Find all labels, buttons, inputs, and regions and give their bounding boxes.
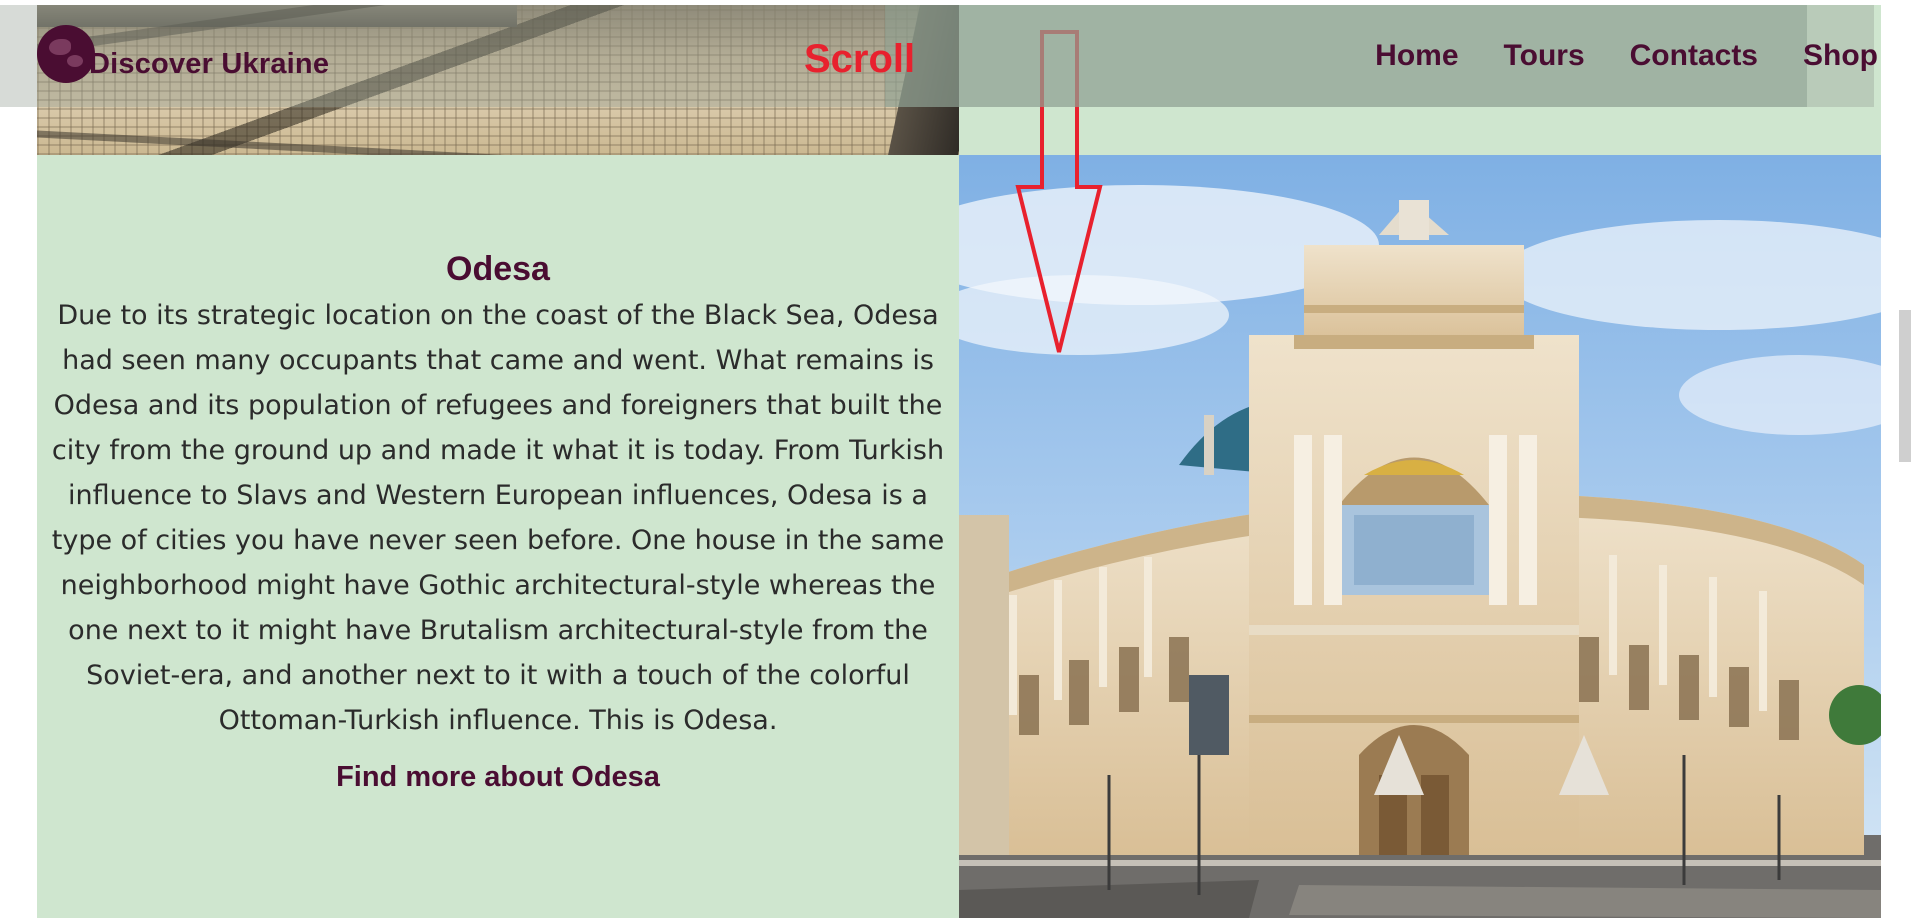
nav-home[interactable]: Home <box>1375 39 1458 73</box>
scrollbar-thumb[interactable] <box>1899 310 1911 462</box>
brand-name: Discover Ukraine <box>89 47 330 80</box>
globe-icon <box>37 25 95 83</box>
header-content: Discover Ukraine Scroll Home Tours Conta… <box>37 5 1881 918</box>
nav-shop[interactable]: Shop <box>1803 39 1878 73</box>
nav-tours[interactable]: Tours <box>1504 39 1585 73</box>
scroll-label: Scroll <box>804 37 916 81</box>
main-nav: Home Tours Contacts Shop <box>1375 39 1878 73</box>
brand-logo[interactable]: Discover Ukraine <box>37 25 329 83</box>
nav-contacts[interactable]: Contacts <box>1630 39 1758 73</box>
